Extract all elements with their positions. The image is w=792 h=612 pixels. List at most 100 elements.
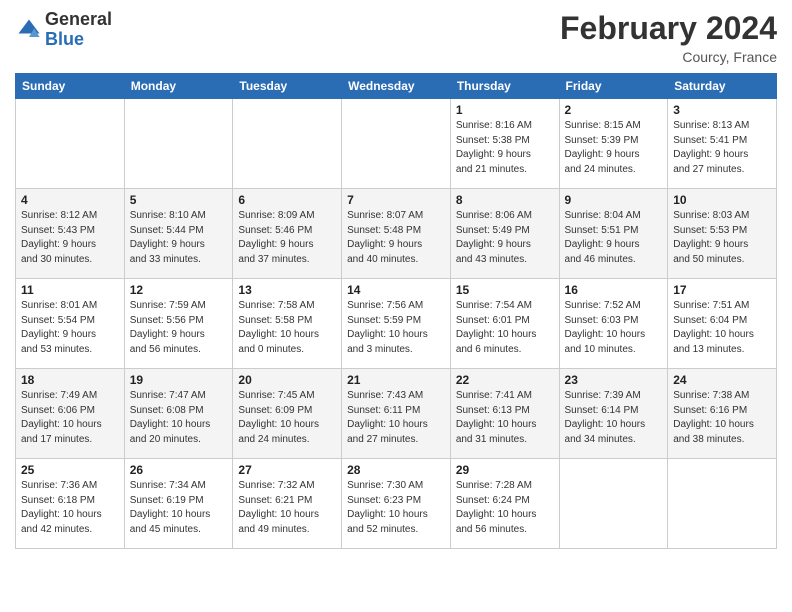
day-number: 3: [673, 103, 771, 117]
day-number: 16: [565, 283, 663, 297]
day-detail: Sunrise: 8:07 AM Sunset: 5:48 PM Dayligh…: [347, 209, 445, 267]
day-number: 5: [130, 193, 228, 207]
table-cell: 12Sunrise: 7:59 AM Sunset: 5:56 PM Dayli…: [124, 279, 233, 369]
header-friday: Friday: [559, 74, 668, 99]
table-cell: 25 Sunrise: 7:36 AM Sunset: 6:18 PM Dayli…: [16, 459, 125, 549]
day-detail: Sunrise: 8:10 AM Sunset: 5:44 PM Dayligh…: [130, 209, 228, 267]
table-cell: 9 Sunrise: 8:04 AM Sunset: 5:51 PM Daylig…: [559, 189, 668, 279]
header-wednesday: Wednesday: [342, 74, 451, 99]
table-cell: 16 Sunrise: 7:52 AM Sunset: 6:03 PM Dayli…: [559, 279, 668, 369]
day-number: 19: [130, 373, 228, 387]
day-number: 22: [456, 373, 554, 387]
day-detail: Sunrise: 8:04 AM Sunset: 5:51 PM Dayligh…: [565, 209, 663, 267]
table-cell: 26 Sunrise: 7:34 AM Sunset: 6:19 PM Dayli…: [124, 459, 233, 549]
day-detail: Sunrise: 7:38 AM Sunset: 6:16 PM Dayligh…: [673, 389, 771, 447]
day-number: 13: [238, 283, 336, 297]
header-thursday: Thursday: [450, 74, 559, 99]
day-detail: Sunrise: 8:15 AM Sunset: 5:39 PM Dayligh…: [565, 119, 663, 177]
table-cell: [124, 99, 233, 189]
day-detail: Sunrise: 8:16 AM Sunset: 5:38 PM Dayligh…: [456, 119, 554, 177]
logo-icon: [15, 16, 43, 44]
day-number: 1: [456, 103, 554, 117]
day-number: 8: [456, 193, 554, 207]
table-cell: 18 Sunrise: 7:49 AM Sunset: 6:06 PM Dayli…: [16, 369, 125, 459]
day-number: 2: [565, 103, 663, 117]
table-cell: 27Sunrise: 7:32 AM Sunset: 6:21 PM Dayli…: [233, 459, 342, 549]
week-row-3: 11 Sunrise: 8:01 AM Sunset: 5:54 PM Dayli…: [16, 279, 777, 369]
calendar-title: February 2024: [560, 10, 777, 47]
table-cell: 7 Sunrise: 8:07 AM Sunset: 5:48 PM Daylig…: [342, 189, 451, 279]
table-cell: 28 Sunrise: 7:30 AM Sunset: 6:23 PM Dayli…: [342, 459, 451, 549]
calendar-subtitle: Courcy, France: [560, 49, 777, 65]
header-tuesday: Tuesday: [233, 74, 342, 99]
table-cell: 21 Sunrise: 7:43 AM Sunset: 6:11 PM Dayli…: [342, 369, 451, 459]
logo-text: General Blue: [45, 10, 112, 50]
day-detail: Sunrise: 7:34 AM Sunset: 6:19 PM Dayligh…: [130, 479, 228, 537]
day-number: 14: [347, 283, 445, 297]
day-detail: Sunrise: 8:09 AM Sunset: 5:46 PM Dayligh…: [238, 209, 336, 267]
day-detail: Sunrise: 7:36 AM Sunset: 6:18 PM Dayligh…: [21, 479, 119, 537]
day-detail: Sunrise: 7:39 AM Sunset: 6:14 PM Dayligh…: [565, 389, 663, 447]
day-number: 25: [21, 463, 119, 477]
day-number: 28: [347, 463, 445, 477]
table-cell: 19 Sunrise: 7:47 AM Sunset: 6:08 PM Dayli…: [124, 369, 233, 459]
header-saturday: Saturday: [668, 74, 777, 99]
calendar-table: SundayMondayTuesdayWednesdayThursdayFrid…: [15, 73, 777, 549]
table-cell: 29 Sunrise: 7:28 AM Sunset: 6:24 PM Dayli…: [450, 459, 559, 549]
table-cell: 17 Sunrise: 7:51 AM Sunset: 6:04 PM Dayli…: [668, 279, 777, 369]
table-cell: 14Sunrise: 7:56 AM Sunset: 5:59 PM Dayli…: [342, 279, 451, 369]
table-cell: 2 Sunrise: 8:15 AM Sunset: 5:39 PM Daylig…: [559, 99, 668, 189]
table-cell: 4Sunrise: 8:12 AM Sunset: 5:43 PM Daylig…: [16, 189, 125, 279]
day-detail: Sunrise: 7:51 AM Sunset: 6:04 PM Dayligh…: [673, 299, 771, 357]
table-cell: 15Sunrise: 7:54 AM Sunset: 6:01 PM Dayli…: [450, 279, 559, 369]
week-row-4: 18 Sunrise: 7:49 AM Sunset: 6:06 PM Dayli…: [16, 369, 777, 459]
day-detail: Sunrise: 8:13 AM Sunset: 5:41 PM Dayligh…: [673, 119, 771, 177]
logo-blue-text: Blue: [45, 30, 112, 50]
table-cell: [16, 99, 125, 189]
table-cell: 6 Sunrise: 8:09 AM Sunset: 5:46 PM Daylig…: [233, 189, 342, 279]
title-area: February 2024 Courcy, France: [560, 10, 777, 65]
week-row-2: 4Sunrise: 8:12 AM Sunset: 5:43 PM Daylig…: [16, 189, 777, 279]
table-cell: 23 Sunrise: 7:39 AM Sunset: 6:14 PM Dayli…: [559, 369, 668, 459]
table-cell: [342, 99, 451, 189]
table-cell: 22 Sunrise: 7:41 AM Sunset: 6:13 PM Dayli…: [450, 369, 559, 459]
week-row-5: 25 Sunrise: 7:36 AM Sunset: 6:18 PM Dayli…: [16, 459, 777, 549]
day-number: 17: [673, 283, 771, 297]
day-detail: Sunrise: 7:45 AM Sunset: 6:09 PM Dayligh…: [238, 389, 336, 447]
day-number: 12: [130, 283, 228, 297]
table-cell: 8 Sunrise: 8:06 AM Sunset: 5:49 PM Daylig…: [450, 189, 559, 279]
day-number: 23: [565, 373, 663, 387]
table-cell: [559, 459, 668, 549]
day-number: 27: [238, 463, 336, 477]
day-number: 7: [347, 193, 445, 207]
day-detail: Sunrise: 7:41 AM Sunset: 6:13 PM Dayligh…: [456, 389, 554, 447]
page-header: General Blue February 2024 Courcy, Franc…: [15, 10, 777, 65]
day-detail: Sunrise: 8:12 AM Sunset: 5:43 PM Dayligh…: [21, 209, 119, 267]
day-detail: Sunrise: 7:43 AM Sunset: 6:11 PM Dayligh…: [347, 389, 445, 447]
day-number: 10: [673, 193, 771, 207]
header-sunday: Sunday: [16, 74, 125, 99]
day-detail: Sunrise: 8:03 AM Sunset: 5:53 PM Dayligh…: [673, 209, 771, 267]
day-number: 6: [238, 193, 336, 207]
day-detail: Sunrise: 7:28 AM Sunset: 6:24 PM Dayligh…: [456, 479, 554, 537]
table-cell: 5 Sunrise: 8:10 AM Sunset: 5:44 PM Daylig…: [124, 189, 233, 279]
day-detail: Sunrise: 8:06 AM Sunset: 5:49 PM Dayligh…: [456, 209, 554, 267]
table-cell: 11 Sunrise: 8:01 AM Sunset: 5:54 PM Dayli…: [16, 279, 125, 369]
day-number: 11: [21, 283, 119, 297]
day-number: 18: [21, 373, 119, 387]
table-cell: 13Sunrise: 7:58 AM Sunset: 5:58 PM Dayli…: [233, 279, 342, 369]
day-detail: Sunrise: 7:49 AM Sunset: 6:06 PM Dayligh…: [21, 389, 119, 447]
table-cell: 3 Sunrise: 8:13 AM Sunset: 5:41 PM Daylig…: [668, 99, 777, 189]
day-number: 26: [130, 463, 228, 477]
day-detail: Sunrise: 7:52 AM Sunset: 6:03 PM Dayligh…: [565, 299, 663, 357]
header-row: SundayMondayTuesdayWednesdayThursdayFrid…: [16, 74, 777, 99]
logo: General Blue: [15, 10, 112, 50]
day-detail: Sunrise: 7:47 AM Sunset: 6:08 PM Dayligh…: [130, 389, 228, 447]
day-number: 21: [347, 373, 445, 387]
day-number: 29: [456, 463, 554, 477]
day-detail: Sunrise: 7:30 AM Sunset: 6:23 PM Dayligh…: [347, 479, 445, 537]
table-cell: [668, 459, 777, 549]
day-detail: Sunrise: 8:01 AM Sunset: 5:54 PM Dayligh…: [21, 299, 119, 357]
table-cell: [233, 99, 342, 189]
day-number: 9: [565, 193, 663, 207]
